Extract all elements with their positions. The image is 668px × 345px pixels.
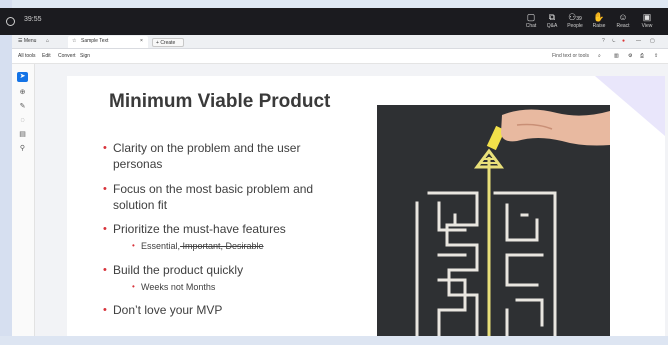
tab-sample-text[interactable]: ☆ Sample Text × [68,36,148,48]
view-icon: ▣ [642,12,652,22]
help-icon[interactable]: ? [602,38,605,44]
recording-icon [6,17,15,26]
tab-title: Sample Text [81,38,109,44]
meeting-timer: 39:55 [24,16,42,23]
close-tab-icon[interactable]: × [140,38,143,44]
bullet-dot: • [103,223,107,235]
bullet-text-cont: personas [113,157,163,171]
people-count-badge: 39 [576,16,582,22]
bullet-dot: • [103,304,107,316]
create-tab-button[interactable]: + Create [152,38,184,47]
sub-text: Weeks not Months [141,282,216,292]
meeting-toolbar: 39:55 ▢ Chat ⧉ Q&A ⚇39 People ✋ Raise ☺ … [0,8,668,35]
menu-bar: All tools Edit Convert Sign Find text or… [12,49,668,64]
sub-text-struck: Important, Desirable [180,241,264,251]
chat-icon: ▢ [526,12,536,22]
sub-bullet-item: • Essential, Important, Desirable [132,240,264,252]
document-canvas: Minimum Viable Product • Clarity on the … [35,64,668,336]
react-label: React [616,23,630,29]
notifications-icon[interactable]: ⏾ [612,38,616,44]
sub-bullet-item: • Weeks not Months [132,281,216,293]
window-frame-bottom [0,336,668,345]
raise-hand-button[interactable]: ✋ Raise [588,11,610,30]
view-button[interactable]: ▣ View [636,11,658,30]
draw-tool-icon[interactable]: ◌ [17,116,28,126]
menu-button[interactable]: ☰ Menu [18,38,36,44]
stamp-tool-icon[interactable]: ⚲ [17,144,28,154]
slide-page: Minimum Viable Product • Clarity on the … [67,76,665,336]
chat-label: Chat [525,23,537,29]
bullet-item: • Focus on the most basic problem and so… [103,181,363,213]
minimize-icon[interactable]: — [636,38,641,44]
tab-bar: ☰ Menu ⌂ ☆ Sample Text × + Create ? ⏾ ● … [12,35,668,49]
bullet-item: • Prioritize the must-have features [103,221,363,237]
share-icon[interactable]: ⇪ [654,53,658,59]
bullet-dot: • [103,264,107,276]
menu-edit[interactable]: Edit [42,53,51,59]
bullet-dot: • [103,142,107,154]
bullet-dot: • [132,282,135,291]
print-icon[interactable]: ⎙ [640,53,644,59]
text-tool-icon[interactable]: ▤ [17,130,28,140]
find-text-or-tools[interactable]: Find text or tools [552,53,589,59]
bullet-item: • Don’t love your MVP [103,302,363,318]
bullet-text: Don’t love your MVP [113,303,223,317]
window-frame [0,0,12,345]
sidebar-icon[interactable]: ▥ [614,53,619,59]
home-icon[interactable]: ⌂ [46,38,49,44]
sub-text-kept: Essential, [141,241,181,251]
left-toolbar: ➤ ⊕ ✎ ◌ ▤ ⚲ [12,64,35,336]
bullet-text-cont: solution fit [113,198,168,212]
maximize-icon[interactable]: ▢ [650,38,655,44]
bullet-dot: • [103,183,107,195]
profile-icon[interactable]: ● [622,38,625,44]
highlight-tool-icon[interactable]: ✎ [17,102,28,112]
view-label: View [641,23,653,29]
bullet-item: • Clarity on the problem and the user pe… [103,140,363,172]
bullet-item: • Build the product quickly [103,262,363,278]
bullet-text: Build the product quickly [113,263,244,277]
slide-title: Minimum Viable Product [109,91,331,112]
save-icon[interactable]: ⚙ [628,53,632,59]
star-icon[interactable]: ☆ [72,38,76,44]
screen: 39:55 ▢ Chat ⧉ Q&A ⚇39 People ✋ Raise ☺ … [0,0,668,345]
qa-icon: ⧉ [548,12,556,22]
select-tool-icon[interactable]: ➤ [17,72,28,82]
search-icon[interactable]: ⌕ [598,53,601,59]
people-button[interactable]: ⚇39 People [564,11,586,30]
chat-button[interactable]: ▢ Chat [520,11,542,30]
menu-all-tools[interactable]: All tools [18,53,36,59]
menu-convert[interactable]: Convert [58,53,76,59]
maze-image [377,105,610,336]
create-tab-label: + Create [156,40,176,46]
react-button[interactable]: ☺ React [612,11,634,30]
raise-label: Raise [592,23,606,29]
bullet-dot: • [132,241,135,250]
people-icon: ⚇39 [568,12,582,22]
qa-label: Q&A [546,23,558,29]
raise-hand-icon: ✋ [593,12,605,22]
comment-tool-icon[interactable]: ⊕ [17,88,28,98]
menu-sign[interactable]: Sign [80,53,90,59]
people-label: People [567,23,583,29]
bullet-text: Focus on the most basic problem and [113,182,314,196]
qa-button[interactable]: ⧉ Q&A [541,11,563,30]
bullet-text: Prioritize the must-have features [113,222,286,236]
menu-label: Menu [23,38,37,44]
bullet-text: Clarity on the problem and the user [113,141,301,155]
acrobat-window: ☰ Menu ⌂ ☆ Sample Text × + Create ? ⏾ ● … [12,35,668,336]
react-icon: ☺ [618,12,628,22]
